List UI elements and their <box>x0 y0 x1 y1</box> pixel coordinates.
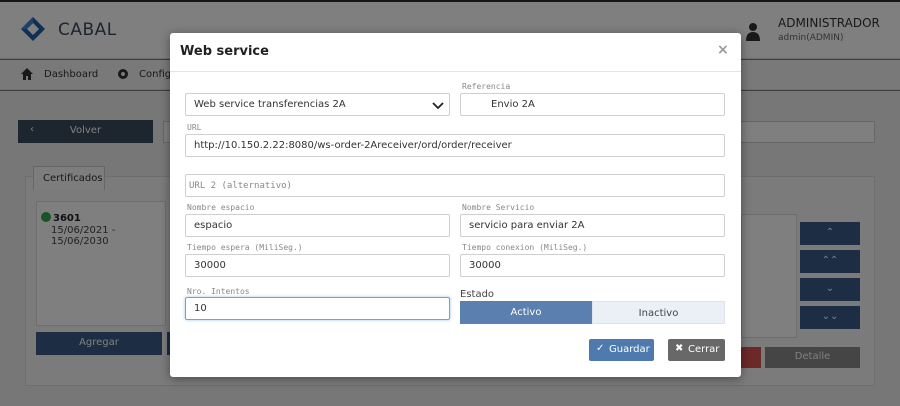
tiempo-espera-input[interactable]: 30000 <box>185 254 450 277</box>
chevron-down-icon <box>432 102 444 110</box>
guardar-button[interactable]: ✓ Guardar <box>589 339 654 361</box>
url-label: URL <box>187 123 202 132</box>
estado-toggle: Activo Inactivo <box>460 301 725 324</box>
estado-label: Estado <box>460 289 495 300</box>
close-icon[interactable]: × <box>717 42 729 58</box>
referencia-input[interactable]: Envio 2A <box>460 93 725 116</box>
modal-title: Web service <box>180 44 269 59</box>
close-icon: ✖ <box>675 343 684 354</box>
url2-input[interactable]: URL 2 (alternativo) <box>185 174 725 197</box>
url-input[interactable]: http://10.150.2.22:8080/ws-order-2Arecei… <box>185 134 725 157</box>
tiempo-conexion-input[interactable]: 30000 <box>460 254 725 277</box>
referencia-label: Referencia <box>462 82 511 91</box>
intentos-input[interactable]: 10 <box>185 297 450 320</box>
web-service-modal: Web service × Web service transferencias… <box>170 33 741 377</box>
estado-inactivo-option[interactable]: Inactivo <box>592 301 725 324</box>
tiempo-conexion-label: Tiempo conexion (MiliSeg.) <box>462 243 588 252</box>
tiempo-espera-label: Tiempo espera (MiliSeg.) <box>187 243 303 252</box>
estado-activo-option[interactable]: Activo <box>460 301 592 324</box>
service-select[interactable]: Web service transferencias 2A <box>185 93 450 116</box>
check-icon: ✓ <box>596 343 605 354</box>
modal-header: Web service × <box>170 33 741 72</box>
nombre-servicio-label: Nombre Servicio <box>462 203 535 212</box>
nombre-espacio-label: Nombre espacio <box>187 203 255 212</box>
nombre-servicio-input[interactable]: servicio para enviar 2A <box>460 214 725 237</box>
intentos-label: Nro. Intentos <box>187 287 250 296</box>
nombre-espacio-input[interactable]: espacio <box>185 214 450 237</box>
cerrar-button[interactable]: ✖ Cerrar <box>668 339 725 361</box>
